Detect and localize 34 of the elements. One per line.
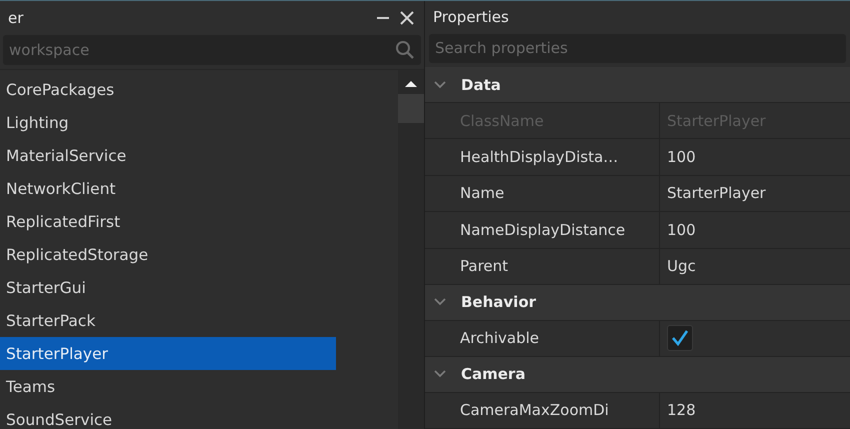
tree-item[interactable]: ReplicatedFirst [0, 205, 336, 238]
tree-item[interactable]: CorePackages [0, 73, 336, 106]
tree-item[interactable]: StarterPlayer [0, 337, 336, 370]
group-title: Behavior [461, 293, 536, 312]
panel-title: er [8, 9, 24, 27]
tree-item[interactable]: Teams [0, 370, 336, 403]
property-value[interactable]: 100 [660, 212, 850, 248]
property-name: CameraMaxZoomDi [425, 392, 660, 428]
panel-title: Properties [433, 8, 510, 26]
property-name: HealthDisplayDista… [425, 139, 660, 175]
property-name: Archivable [425, 320, 660, 356]
property-value[interactable]: StarterPlayer [660, 176, 850, 212]
property-name: NameDisplayDistance [425, 212, 660, 248]
property-value[interactable]: Ugc [660, 248, 850, 284]
scroll-up-icon[interactable] [405, 80, 417, 88]
tree-item[interactable]: SoundService [0, 403, 336, 429]
property-value[interactable]: 100 [660, 139, 850, 175]
tree-item[interactable]: StarterGui [0, 271, 336, 304]
property-name: Name [425, 176, 660, 212]
minimize-icon [377, 17, 389, 19]
tree-item[interactable]: Lighting [0, 106, 336, 139]
tree-item[interactable]: StarterPack [0, 304, 336, 337]
close-icon [399, 10, 415, 26]
tree-item[interactable]: MaterialService [0, 139, 336, 172]
search-icon [395, 40, 415, 60]
group-title: Camera [461, 365, 526, 384]
close-button[interactable] [398, 9, 416, 27]
checkbox[interactable] [667, 325, 693, 352]
scrollbar-thumb[interactable] [398, 94, 424, 123]
group-title: Data [461, 76, 501, 94]
property-name: Parent [425, 248, 660, 284]
tree-item[interactable]: ReplicatedStorage [0, 238, 336, 271]
property-value[interactable]: 128 [660, 392, 850, 428]
tree-item[interactable]: NetworkClient [0, 172, 336, 205]
